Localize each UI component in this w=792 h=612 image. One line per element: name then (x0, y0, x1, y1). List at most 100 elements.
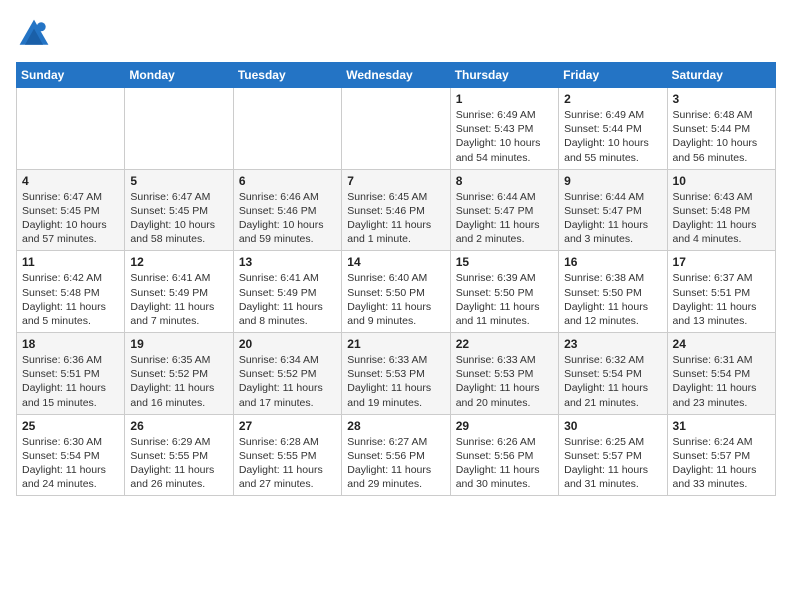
calendar-cell: 13 Sunrise: 6:41 AM Sunset: 5:49 PM Dayli… (233, 251, 341, 333)
day-number: 8 (456, 174, 553, 188)
column-header-sunday: Sunday (17, 63, 125, 88)
calendar-cell: 28 Sunrise: 6:27 AM Sunset: 5:56 PM Dayli… (342, 414, 450, 496)
day-number: 11 (22, 255, 119, 269)
day-info: Sunrise: 6:48 AM Sunset: 5:44 PM Dayligh… (673, 108, 770, 165)
day-number: 21 (347, 337, 444, 351)
day-number: 6 (239, 174, 336, 188)
calendar-cell: 7 Sunrise: 6:45 AM Sunset: 5:46 PM Daylig… (342, 169, 450, 251)
day-info: Sunrise: 6:31 AM Sunset: 5:54 PM Dayligh… (673, 353, 770, 410)
calendar-week-2: 4Sunrise: 6:47 AM Sunset: 5:45 PM Daylig… (17, 169, 776, 251)
calendar-cell: 27 Sunrise: 6:28 AM Sunset: 5:55 PM Dayli… (233, 414, 341, 496)
calendar-cell: 21Sunrise: 6:33 AM Sunset: 5:53 PM Dayli… (342, 333, 450, 415)
logo-icon (16, 16, 52, 52)
column-header-monday: Monday (125, 63, 233, 88)
calendar-week-4: 18 Sunrise: 6:36 AM Sunset: 5:51 PM Dayli… (17, 333, 776, 415)
day-number: 7 (347, 174, 444, 188)
day-number: 31 (673, 419, 770, 433)
day-info: Sunrise: 6:28 AM Sunset: 5:55 PM Dayligh… (239, 435, 336, 492)
calendar-cell: 23Sunrise: 6:32 AM Sunset: 5:54 PM Dayli… (559, 333, 667, 415)
calendar-cell: 4Sunrise: 6:47 AM Sunset: 5:45 PM Daylig… (17, 169, 125, 251)
day-info: Sunrise: 6:40 AM Sunset: 5:50 PM Dayligh… (347, 271, 444, 328)
calendar-cell (233, 88, 341, 170)
calendar-header-row: SundayMondayTuesdayWednesdayThursdayFrid… (17, 63, 776, 88)
calendar-week-3: 11 Sunrise: 6:42 AM Sunset: 5:48 PM Dayli… (17, 251, 776, 333)
calendar-cell: 12Sunrise: 6:41 AM Sunset: 5:49 PM Dayli… (125, 251, 233, 333)
calendar-cell: 9 Sunrise: 6:44 AM Sunset: 5:47 PM Daylig… (559, 169, 667, 251)
day-number: 26 (130, 419, 227, 433)
day-number: 14 (347, 255, 444, 269)
calendar-cell: 20 Sunrise: 6:34 AM Sunset: 5:52 PM Dayli… (233, 333, 341, 415)
calendar-cell: 14 Sunrise: 6:40 AM Sunset: 5:50 PM Dayli… (342, 251, 450, 333)
day-number: 2 (564, 92, 661, 106)
day-number: 16 (564, 255, 661, 269)
day-info: Sunrise: 6:26 AM Sunset: 5:56 PM Dayligh… (456, 435, 553, 492)
day-number: 30 (564, 419, 661, 433)
calendar-cell: 15 Sunrise: 6:39 AM Sunset: 5:50 PM Dayli… (450, 251, 558, 333)
calendar-cell: 26 Sunrise: 6:29 AM Sunset: 5:55 PM Dayli… (125, 414, 233, 496)
calendar-cell: 11 Sunrise: 6:42 AM Sunset: 5:48 PM Dayli… (17, 251, 125, 333)
day-number: 18 (22, 337, 119, 351)
calendar-cell: 16 Sunrise: 6:38 AM Sunset: 5:50 PM Dayli… (559, 251, 667, 333)
calendar-table: SundayMondayTuesdayWednesdayThursdayFrid… (16, 62, 776, 496)
calendar-cell: 10 Sunrise: 6:43 AM Sunset: 5:48 PM Dayli… (667, 169, 775, 251)
column-header-tuesday: Tuesday (233, 63, 341, 88)
day-info: Sunrise: 6:33 AM Sunset: 5:53 PM Dayligh… (456, 353, 553, 410)
day-info: Sunrise: 6:27 AM Sunset: 5:56 PM Dayligh… (347, 435, 444, 492)
day-number: 10 (673, 174, 770, 188)
calendar-cell: 22 Sunrise: 6:33 AM Sunset: 5:53 PM Dayli… (450, 333, 558, 415)
calendar-cell (342, 88, 450, 170)
day-info: Sunrise: 6:47 AM Sunset: 5:45 PM Dayligh… (130, 190, 227, 247)
day-info: Sunrise: 6:35 AM Sunset: 5:52 PM Dayligh… (130, 353, 227, 410)
day-info: Sunrise: 6:32 AM Sunset: 5:54 PM Dayligh… (564, 353, 661, 410)
calendar-cell: 29 Sunrise: 6:26 AM Sunset: 5:56 PM Dayli… (450, 414, 558, 496)
calendar-cell: 5 Sunrise: 6:47 AM Sunset: 5:45 PM Daylig… (125, 169, 233, 251)
column-header-saturday: Saturday (667, 63, 775, 88)
day-info: Sunrise: 6:49 AM Sunset: 5:44 PM Dayligh… (564, 108, 661, 165)
day-info: Sunrise: 6:41 AM Sunset: 5:49 PM Dayligh… (239, 271, 336, 328)
page-header (16, 16, 776, 52)
column-header-thursday: Thursday (450, 63, 558, 88)
day-info: Sunrise: 6:43 AM Sunset: 5:48 PM Dayligh… (673, 190, 770, 247)
calendar-cell: 30 Sunrise: 6:25 AM Sunset: 5:57 PM Dayli… (559, 414, 667, 496)
calendar-cell (17, 88, 125, 170)
day-number: 28 (347, 419, 444, 433)
day-info: Sunrise: 6:44 AM Sunset: 5:47 PM Dayligh… (564, 190, 661, 247)
day-number: 9 (564, 174, 661, 188)
calendar-cell: 17Sunrise: 6:37 AM Sunset: 5:51 PM Dayli… (667, 251, 775, 333)
column-header-wednesday: Wednesday (342, 63, 450, 88)
day-info: Sunrise: 6:46 AM Sunset: 5:46 PM Dayligh… (239, 190, 336, 247)
day-info: Sunrise: 6:45 AM Sunset: 5:46 PM Dayligh… (347, 190, 444, 247)
day-number: 15 (456, 255, 553, 269)
day-number: 20 (239, 337, 336, 351)
day-number: 29 (456, 419, 553, 433)
day-number: 22 (456, 337, 553, 351)
day-number: 1 (456, 92, 553, 106)
column-header-friday: Friday (559, 63, 667, 88)
day-number: 19 (130, 337, 227, 351)
day-number: 5 (130, 174, 227, 188)
calendar-cell: 19 Sunrise: 6:35 AM Sunset: 5:52 PM Dayli… (125, 333, 233, 415)
calendar-cell: 31Sunrise: 6:24 AM Sunset: 5:57 PM Dayli… (667, 414, 775, 496)
day-info: Sunrise: 6:34 AM Sunset: 5:52 PM Dayligh… (239, 353, 336, 410)
day-number: 3 (673, 92, 770, 106)
day-info: Sunrise: 6:38 AM Sunset: 5:50 PM Dayligh… (564, 271, 661, 328)
day-info: Sunrise: 6:39 AM Sunset: 5:50 PM Dayligh… (456, 271, 553, 328)
calendar-cell: 25Sunrise: 6:30 AM Sunset: 5:54 PM Dayli… (17, 414, 125, 496)
day-number: 13 (239, 255, 336, 269)
calendar-week-1: 1Sunrise: 6:49 AM Sunset: 5:43 PM Daylig… (17, 88, 776, 170)
day-info: Sunrise: 6:44 AM Sunset: 5:47 PM Dayligh… (456, 190, 553, 247)
calendar-cell: 18 Sunrise: 6:36 AM Sunset: 5:51 PM Dayli… (17, 333, 125, 415)
calendar-cell: 3 Sunrise: 6:48 AM Sunset: 5:44 PM Daylig… (667, 88, 775, 170)
calendar-cell: 1Sunrise: 6:49 AM Sunset: 5:43 PM Daylig… (450, 88, 558, 170)
day-number: 24 (673, 337, 770, 351)
day-info: Sunrise: 6:25 AM Sunset: 5:57 PM Dayligh… (564, 435, 661, 492)
calendar-week-5: 25Sunrise: 6:30 AM Sunset: 5:54 PM Dayli… (17, 414, 776, 496)
day-number: 27 (239, 419, 336, 433)
day-info: Sunrise: 6:30 AM Sunset: 5:54 PM Dayligh… (22, 435, 119, 492)
day-info: Sunrise: 6:36 AM Sunset: 5:51 PM Dayligh… (22, 353, 119, 410)
day-info: Sunrise: 6:47 AM Sunset: 5:45 PM Dayligh… (22, 190, 119, 247)
calendar-cell: 8 Sunrise: 6:44 AM Sunset: 5:47 PM Daylig… (450, 169, 558, 251)
day-info: Sunrise: 6:29 AM Sunset: 5:55 PM Dayligh… (130, 435, 227, 492)
day-info: Sunrise: 6:42 AM Sunset: 5:48 PM Dayligh… (22, 271, 119, 328)
day-number: 17 (673, 255, 770, 269)
